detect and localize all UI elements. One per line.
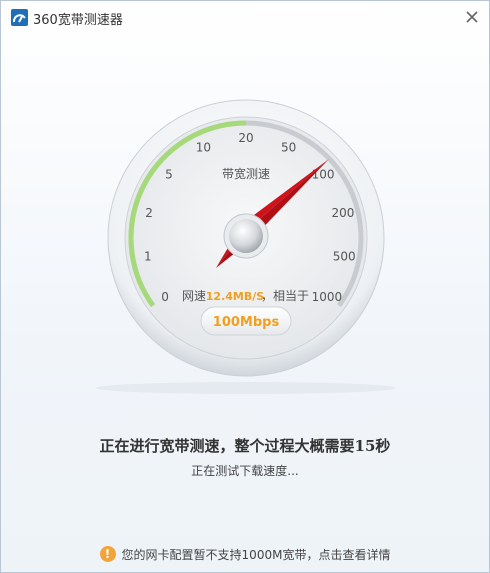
gauge-scale-label: 0 <box>161 290 169 304</box>
speed-prefix-label: 网速 <box>182 289 206 303</box>
gauge-scale-label: 10 <box>196 141 211 155</box>
speed-suffix-label: ，相当于 <box>261 289 309 303</box>
app-logo-icon <box>11 9 28 26</box>
test-status-main: 正在进行宽带测速，整个过程大概需要15秒 <box>99 437 391 455</box>
gauge-scale-label: 1000 <box>312 290 343 304</box>
gauge-scale-label: 2 <box>145 206 153 220</box>
close-icon[interactable] <box>462 7 482 27</box>
needle-hub <box>229 219 263 253</box>
title-bar: 360宽带测速器 <box>1 1 489 35</box>
gauge-scale-label: 5 <box>165 167 173 181</box>
gauge-title: 带宽测速 <box>222 166 270 181</box>
window-title: 360宽带测速器 <box>33 13 123 28</box>
gauge-scale-label: 20 <box>238 131 253 145</box>
footer-notice[interactable]: ! 您的网卡配置暂不支持1000M宽带，点击查看详情 <box>1 544 489 564</box>
speed-gauge: 01251020501002005001000 带宽测速 网速 12.4MB/S… <box>96 99 396 394</box>
gauge-scale-label: 500 <box>333 250 356 264</box>
test-status-sub: 正在测试下载速度... <box>191 464 299 478</box>
bandwidth-value: 100Mbps <box>213 315 280 330</box>
app-window: 360宽带测速器 0 1 2 5 10 20 50 100 200 500 10… <box>0 0 490 573</box>
gauge-scale-label: 50 <box>281 141 296 155</box>
gauge-scale-label: 1 <box>144 250 152 264</box>
gauge-shadow <box>96 382 396 394</box>
gauge-scale-label: 200 <box>331 206 354 220</box>
warning-icon: ! <box>99 546 116 562</box>
footer-notice-link[interactable]: 您的网卡配置暂不支持1000M宽带，点击查看详情 <box>122 546 391 563</box>
speed-value: 12.4MB/S <box>206 290 264 303</box>
